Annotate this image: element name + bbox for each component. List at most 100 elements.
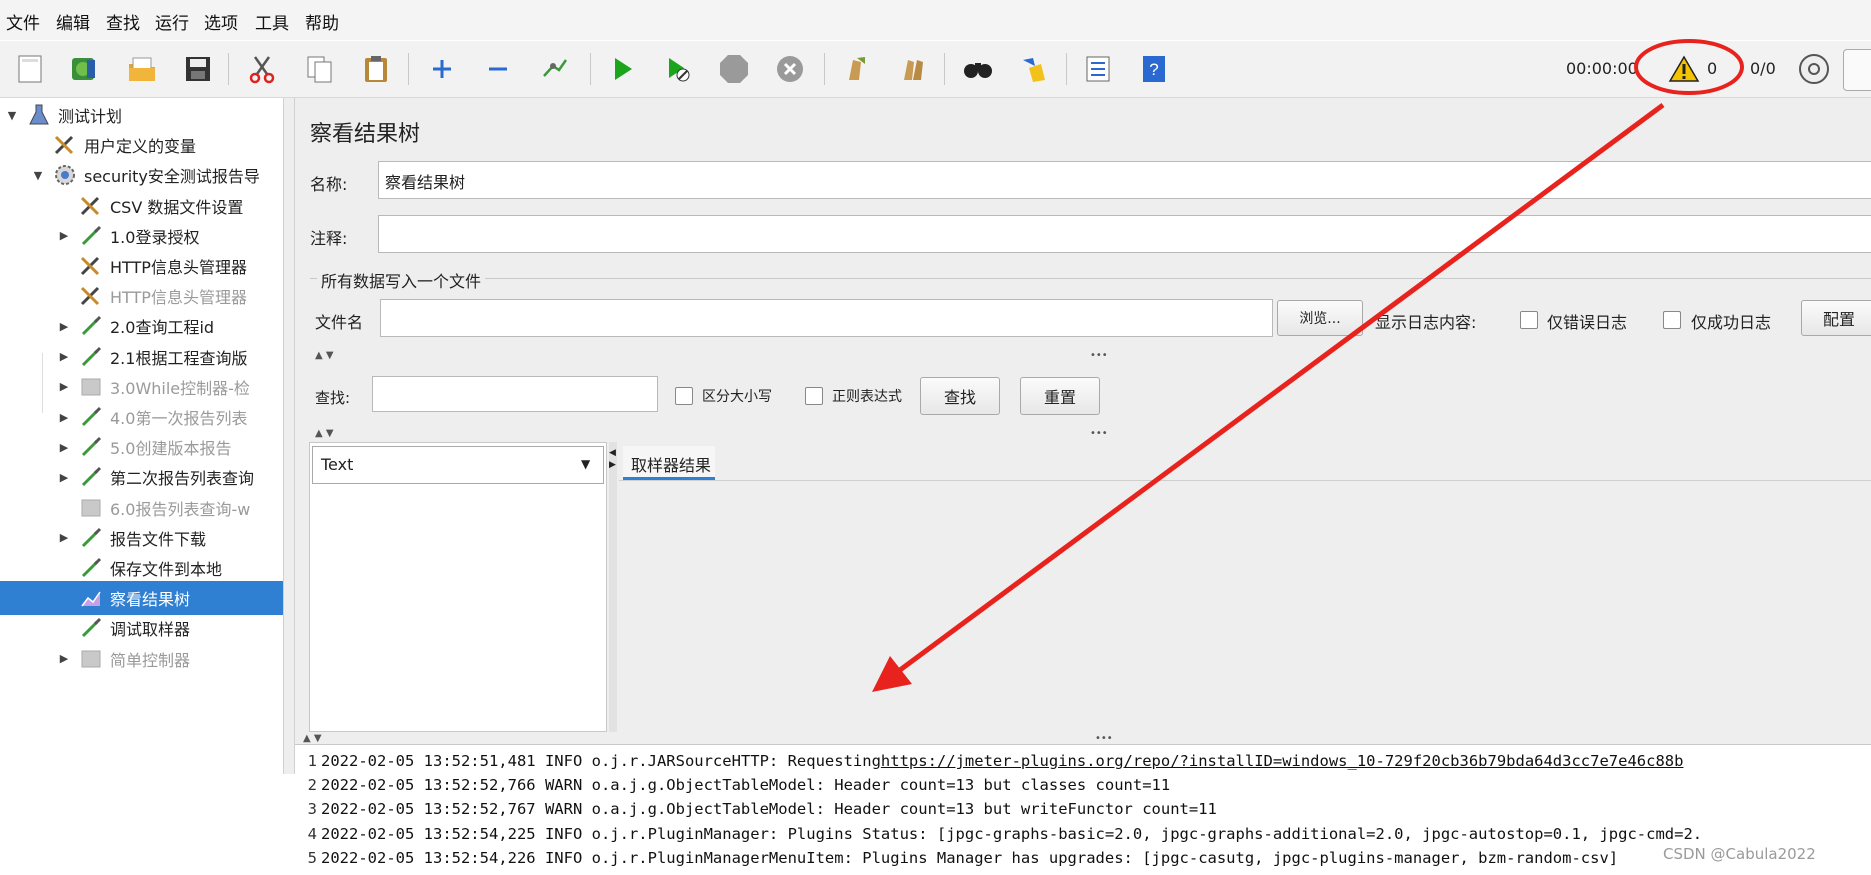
tree-node-label: 5.0创建版本报告 <box>110 439 232 459</box>
new-icon[interactable] <box>12 51 48 87</box>
file-section-label: 所有数据写入一个文件 <box>317 268 486 292</box>
search-icon[interactable] <box>960 51 996 87</box>
tree-node[interactable]: 6.0报告列表查询-w <box>56 491 283 525</box>
chevron-right-icon[interactable]: ▶ <box>56 471 72 484</box>
tree-node[interactable]: ▼ 测试计划 <box>4 98 283 132</box>
chevron-down-icon[interactable]: ▼ <box>4 109 20 122</box>
chevron-right-icon[interactable]: ▶ <box>56 320 72 333</box>
log-line-text: 2022-02-05 13:52:51,481 INFO o.j.r.JARSo… <box>321 752 881 770</box>
sampler-list[interactable] <box>309 442 607 732</box>
menu-options[interactable]: 选项 <box>204 9 238 34</box>
pipette-icon <box>78 525 104 551</box>
tree-node[interactable]: ▶ 第二次报告列表查询 <box>56 460 283 494</box>
clear-all-icon[interactable] <box>896 51 932 87</box>
success-only-checkbox[interactable] <box>1663 311 1681 329</box>
chevron-right-icon[interactable]: ▶ <box>56 441 72 454</box>
copy-icon[interactable] <box>302 51 338 87</box>
tools-icon <box>78 253 104 279</box>
tree-node[interactable]: ▶ 4.0第一次报告列表 <box>56 400 283 434</box>
menu-run[interactable]: 运行 <box>155 9 189 34</box>
browse-button[interactable]: 浏览... <box>1277 300 1363 336</box>
view-results-tree-panel: 察看结果树 名称: 察看结果树 注释: 所有数据写入一个文件 文件名 浏览...… <box>295 98 1871 875</box>
tools-icon <box>78 193 104 219</box>
chevron-right-icon[interactable]: ▶ <box>56 380 72 393</box>
chevron-down-icon[interactable]: ▼ <box>30 169 46 182</box>
configure-button[interactable]: 配置 <box>1801 300 1871 336</box>
column-splitter[interactable]: ◀ ▶ <box>609 442 617 732</box>
tree-node[interactable]: 用户定义的变量 <box>30 128 283 162</box>
tree-node[interactable]: ▶ 1.0登录授权 <box>56 219 283 253</box>
splitter-top[interactable]: ▲ ▼ ••• <box>295 350 1871 361</box>
chevron-right-icon[interactable]: ▶ <box>56 229 72 242</box>
regex-checkbox[interactable] <box>805 387 823 405</box>
tree-node-label: 简单控制器 <box>110 650 191 670</box>
log-viewer-toggle[interactable] <box>1843 49 1871 91</box>
tree-node[interactable]: HTTP信息头管理器 <box>56 249 283 283</box>
find-button[interactable]: 查找 <box>920 377 1000 415</box>
menu-search[interactable]: 查找 <box>106 9 140 34</box>
remote-status-icon[interactable] <box>1797 52 1831 86</box>
tree-node-label: 2.1根据工程查询版 <box>110 348 248 368</box>
chevron-right-icon[interactable]: ▶ <box>56 531 72 544</box>
case-sensitive-checkbox[interactable] <box>675 387 693 405</box>
menu-help[interactable]: 帮助 <box>305 9 339 34</box>
test-plan-tree: ▼ 测试计划用户定义的变量 ▼ security安全测试报告导 CSV 数据文件设置 ▶ 1… <box>0 98 283 774</box>
menu-tools[interactable]: 工具 <box>255 9 289 34</box>
tab-sampler-result[interactable]: 取样器结果 <box>623 446 715 480</box>
filename-field[interactable] <box>380 299 1273 337</box>
reset-button[interactable]: 重置 <box>1020 377 1100 415</box>
tree-node-label: 6.0报告列表查询-w <box>110 499 251 519</box>
tree-node[interactable]: ▶ 报告文件下载 <box>56 521 283 555</box>
clear-icon[interactable] <box>838 51 874 87</box>
paste-icon[interactable] <box>358 51 394 87</box>
log-panel[interactable]: 1 2022-02-05 13:52:51,481 INFO o.j.r.JARS… <box>295 744 1871 875</box>
shutdown-icon[interactable] <box>772 51 808 87</box>
start-icon[interactable] <box>604 51 640 87</box>
tree-node[interactable]: ▼ security安全测试报告导 <box>30 158 283 192</box>
collapse-icon[interactable] <box>480 51 516 87</box>
menu-edit[interactable]: 编辑 <box>56 9 90 34</box>
toggle-icon[interactable] <box>536 51 572 87</box>
tree-node[interactable]: 调试取样器 <box>56 611 283 645</box>
tree-node[interactable]: 保存文件到本地 <box>56 551 283 585</box>
name-field[interactable]: 察看结果树 <box>378 161 1871 199</box>
warning-icon[interactable] <box>1668 55 1700 83</box>
cut-icon[interactable] <box>244 51 280 87</box>
comment-field[interactable] <box>378 215 1871 253</box>
search-field[interactable] <box>372 376 658 412</box>
splitter-bottom[interactable]: ▲ ▼ ••• <box>295 733 1871 744</box>
tree-node-label: 报告文件下载 <box>110 529 207 549</box>
tree-node[interactable]: ▶ 简单控制器 <box>56 642 283 676</box>
templates-icon[interactable] <box>66 51 102 87</box>
tab-sampler-result-label: 取样器结果 <box>631 456 712 475</box>
save-icon[interactable] <box>180 51 216 87</box>
menu-file[interactable]: 文件 <box>6 9 40 34</box>
log-link[interactable]: https://jmeter-plugins.org/repo/?install… <box>881 752 1684 770</box>
open-icon[interactable] <box>124 51 160 87</box>
start-no-pauses-icon[interactable] <box>660 51 696 87</box>
reset-search-icon[interactable] <box>1016 51 1052 87</box>
tree-splitter[interactable] <box>283 98 295 774</box>
splitter-middle[interactable]: ▲ ▼ ••• <box>295 428 1871 439</box>
tree-node[interactable]: ▶ 2.0查询工程id <box>56 309 283 343</box>
tree-node[interactable]: CSV 数据文件设置 <box>56 189 283 223</box>
tree-node-label: 用户定义的变量 <box>84 137 197 157</box>
renderer-dropdown[interactable]: Text ▼ <box>312 446 604 484</box>
chevron-right-icon[interactable]: ▶ <box>56 652 72 665</box>
tree-node[interactable]: ▶ 2.1根据工程查询版 <box>56 340 283 374</box>
chevron-right-icon[interactable]: ▶ <box>56 350 72 363</box>
help-icon[interactable]: ? <box>1136 51 1172 87</box>
tree-node[interactable]: HTTP信息头管理器 <box>56 279 283 313</box>
errors-only-checkbox[interactable] <box>1520 311 1538 329</box>
tree-node[interactable]: ▶ 3.0While控制器-检 <box>56 370 283 404</box>
log-line-number: 3 <box>307 800 317 819</box>
tree-guide <box>42 353 43 413</box>
tree-node[interactable]: ▶ 5.0创建版本报告 <box>56 430 283 464</box>
function-helper-icon[interactable] <box>1080 51 1116 87</box>
stop-icon[interactable] <box>716 51 752 87</box>
chevron-right-icon[interactable]: ▶ <box>56 411 72 424</box>
expand-icon[interactable] <box>424 51 460 87</box>
tree-node-label: HTTP信息头管理器 <box>110 288 247 308</box>
tree-node-label: HTTP信息头管理器 <box>110 258 247 277</box>
tree-node[interactable]: 察看结果树 <box>0 581 283 616</box>
